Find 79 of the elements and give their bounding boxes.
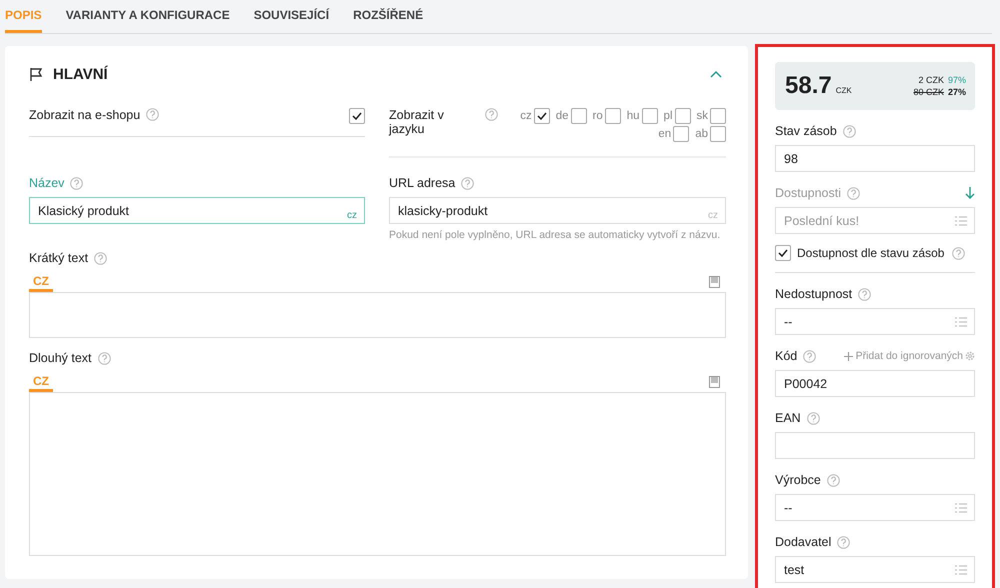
field-hint: Pokud není pole vyplněno, URL adresa se automaticky vytvoří z názvu. (389, 229, 722, 241)
price-amount: 80 CZK (913, 87, 944, 97)
language-code: hu (626, 110, 640, 122)
language-code: de (556, 110, 569, 122)
list-icon (955, 216, 967, 226)
language-code: sk (696, 110, 708, 122)
select-field[interactable]: test (775, 556, 975, 583)
help-icon (837, 536, 850, 548)
list-icon (955, 564, 967, 574)
field-label: Dlouhý text (29, 351, 92, 365)
select-field[interactable]: -- (775, 494, 975, 521)
help-icon (806, 412, 820, 424)
language-checkbox[interactable] (710, 126, 726, 142)
field-label: Dostupnosti (775, 186, 842, 200)
help-icon (94, 252, 108, 264)
field-label: Kód (775, 349, 798, 363)
price-percent: 97% (948, 75, 966, 85)
input-field[interactable] (775, 432, 975, 459)
section-title: HLAVNÍ (53, 66, 108, 82)
language-checkbox[interactable] (604, 108, 621, 124)
help-icon (858, 288, 872, 300)
help-icon (146, 108, 160, 121)
language-checkbox[interactable] (642, 108, 658, 124)
price-value: 58.7 (785, 72, 832, 100)
price-amount: 2 CZK (918, 75, 944, 85)
settings-icon[interactable] (965, 351, 975, 361)
book-icon[interactable] (709, 376, 720, 388)
field-label: EAN (775, 411, 801, 425)
flag-icon (29, 66, 43, 82)
price-currency: CZK (836, 86, 852, 94)
checkmark-icon (536, 112, 547, 120)
checkbox-label: Dostupnost dle stavu zásob (797, 246, 944, 260)
checkmark-icon (778, 249, 788, 257)
field-label: Zobrazit na e-shopu (29, 108, 140, 122)
language-checkbox[interactable] (674, 108, 690, 124)
tab[interactable]: ROZŠÍŘENÉ (353, 0, 424, 33)
language-checkbox[interactable] (570, 108, 587, 124)
checkbox[interactable] (775, 245, 791, 261)
price-percent: 27% (948, 87, 966, 97)
field-label: Dodavatel (775, 535, 832, 549)
list-icon (955, 502, 967, 512)
input-field[interactable]: 98 (775, 145, 975, 172)
field-label: URL adresa (389, 176, 456, 190)
checkmark-icon (352, 112, 362, 120)
field-label: Výrobce (775, 473, 821, 487)
help-icon (485, 108, 498, 121)
help-icon (803, 350, 816, 362)
list-icon (955, 316, 967, 326)
language-checkbox[interactable] (534, 108, 550, 124)
field-label: Krátký text (29, 251, 88, 265)
tab[interactable]: SOUVISEJÍCÍ (254, 0, 330, 33)
language-checkbox[interactable] (673, 126, 690, 142)
help-icon (70, 176, 84, 190)
checkbox[interactable] (349, 108, 365, 124)
language-code: cz (520, 110, 532, 122)
help-icon (461, 176, 474, 190)
help-icon (826, 474, 840, 486)
language-code: ab (695, 128, 708, 140)
name-field[interactable]: Klasický produkt cz (29, 197, 365, 224)
language-code: en (658, 128, 672, 140)
book-icon[interactable] (709, 276, 720, 288)
text-area[interactable] (29, 292, 726, 338)
tab[interactable]: VARIANTY A KONFIGURACE (66, 0, 230, 33)
field-label: Zobrazit v jazyku (389, 108, 445, 136)
help-icon (842, 124, 856, 138)
help-icon (952, 246, 966, 260)
select-field[interactable]: -- (775, 308, 975, 335)
language-checkbox[interactable] (710, 108, 726, 124)
collapse-icon[interactable] (710, 70, 722, 78)
input-field[interactable]: P00042 (775, 370, 975, 397)
url-field[interactable]: klasicky-produkt cz (389, 197, 726, 224)
field-label: Stav zásob (775, 124, 837, 138)
plus-icon (844, 352, 853, 360)
language-code: pl (664, 110, 672, 122)
field-label: Název (29, 176, 64, 190)
help-icon (847, 186, 860, 200)
help-icon (98, 352, 111, 364)
field-label: Nedostupnost (775, 287, 852, 301)
language-code: ro (592, 110, 603, 122)
